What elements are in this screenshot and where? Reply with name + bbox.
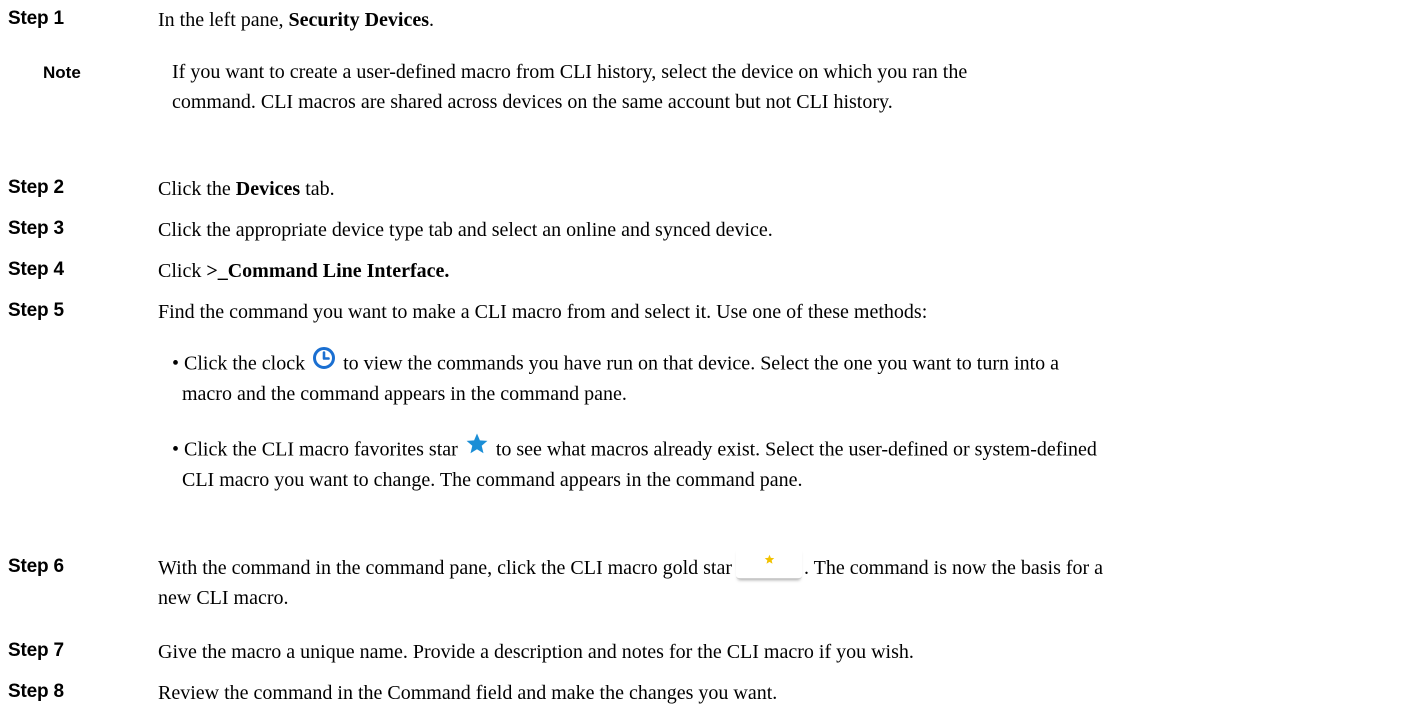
step-4-text-pre: Click bbox=[158, 260, 207, 282]
step-6-post: . The command is now the basis for a bbox=[804, 557, 1104, 580]
bullet-2-post: to see what macros already exist. Select… bbox=[495, 438, 1097, 461]
step-5-text: Find the command you want to make a CLI … bbox=[158, 301, 928, 323]
step-2-text-post: tab. bbox=[300, 178, 335, 200]
clock-icon bbox=[312, 346, 336, 378]
step-1-text-pre: In the left pane, bbox=[158, 9, 289, 31]
bullet-1-post: to view the commands you have run on tha… bbox=[343, 352, 1060, 375]
bullet-1-line-2: macro and the command appears in the com… bbox=[182, 383, 627, 405]
step-2-text: Click the Devices tab. bbox=[158, 175, 335, 203]
step-8-text: Review the command in the Command field … bbox=[158, 682, 778, 704]
step-3-text: Click the appropriate device type tab an… bbox=[158, 219, 773, 241]
step-1-text: In the left pane, Security Devices. bbox=[158, 6, 434, 34]
step-1-label: Step 1 bbox=[8, 8, 64, 29]
bullet-2-pre: • Click the CLI macro favorites star bbox=[172, 438, 458, 461]
star-icon bbox=[465, 432, 489, 464]
bullet-2-line-2: CLI macro you want to change. The comman… bbox=[182, 469, 803, 491]
note-label: Note bbox=[43, 63, 81, 82]
step-4-label: Step 4 bbox=[8, 259, 64, 280]
step-6-line-1: With the command in the command pane, cl… bbox=[158, 548, 1104, 585]
note-block: Note If you want to create a user-define… bbox=[0, 58, 1426, 128]
note-line-1: If you want to create a user-defined mac… bbox=[172, 61, 968, 83]
step-6-line-2: new CLI macro. bbox=[158, 587, 289, 609]
step-7-label: Step 7 bbox=[8, 640, 64, 661]
step-8-label: Step 8 bbox=[8, 681, 64, 702]
bullet-1-pre: • Click the clock bbox=[172, 352, 306, 375]
step-4-bold-cli: >_Command Line Interface. bbox=[206, 260, 450, 282]
step-3-label: Step 3 bbox=[8, 218, 64, 239]
note-line-2: command. CLI macros are shared across de… bbox=[172, 91, 893, 113]
step-1-bold-security-devices: Security Devices bbox=[288, 9, 430, 31]
step-1-text-post: . bbox=[429, 9, 435, 31]
step-4-text: Click >_Command Line Interface. bbox=[158, 257, 449, 285]
step-5-label: Step 5 bbox=[8, 300, 64, 321]
bullet-1-line-1: • Click the clock to view the commands y… bbox=[172, 346, 1060, 381]
step-6-pre: With the command in the command pane, cl… bbox=[158, 557, 733, 580]
step-2-label: Step 2 bbox=[8, 177, 64, 198]
gold-star-icon bbox=[764, 554, 775, 564]
step-6-label: Step 6 bbox=[8, 556, 64, 577]
step-7-text: Give the macro a unique name. Provide a … bbox=[158, 641, 914, 663]
step-2-bold-devices: Devices bbox=[235, 178, 301, 200]
gold-star-button[interactable] bbox=[736, 548, 803, 579]
step-2-text-pre: Click the bbox=[158, 178, 236, 200]
bullet-2-line-1: • Click the CLI macro favorites star to … bbox=[172, 432, 1097, 467]
